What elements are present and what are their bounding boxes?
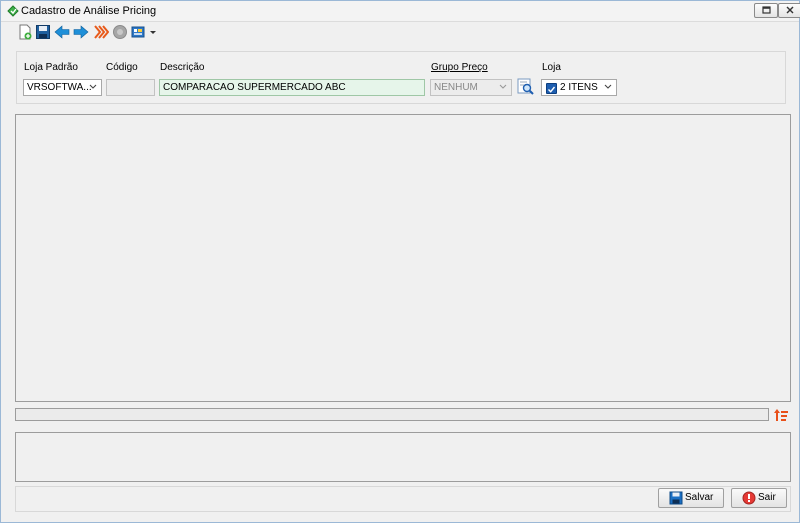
details-panel	[15, 432, 791, 482]
loja-padrao-select[interactable]: VRSOFTWA...	[23, 79, 102, 96]
sort-icon[interactable]	[773, 407, 789, 423]
app-logo-icon	[7, 5, 19, 17]
grupo-preco-value: NENHUM	[434, 82, 478, 93]
restore-icon	[762, 6, 771, 14]
descricao-value: COMPARACAO SUPERMERCADO ABC	[163, 82, 346, 93]
codigo-label: Código	[106, 62, 138, 73]
back-arrow-icon[interactable]	[54, 24, 70, 40]
grupo-preco-label[interactable]: Grupo Preço	[431, 62, 488, 73]
app-window: Cadastro de Análise Pricing Loja Padrão …	[0, 0, 800, 523]
exit-button[interactable]: Sair	[731, 488, 787, 508]
disabled-circle-icon	[113, 25, 127, 39]
codigo-field[interactable]	[106, 79, 155, 96]
exit-icon	[742, 491, 756, 505]
loja-padrao-label: Loja Padrão	[24, 62, 78, 73]
chevron-down-icon	[89, 84, 97, 89]
checkbox-checked-icon	[546, 83, 557, 94]
export-dropdown-icon[interactable]	[131, 24, 157, 40]
chevron-down-icon	[604, 84, 612, 89]
status-bar	[15, 408, 769, 421]
forward-arrow-icon[interactable]	[73, 24, 89, 40]
loja-label: Loja	[542, 62, 561, 73]
descricao-label: Descrição	[160, 62, 205, 73]
save-button[interactable]: Salvar	[658, 488, 724, 508]
loja-multiselect[interactable]: 2 ITENS	[541, 79, 617, 96]
fast-forward-icon[interactable]	[93, 24, 109, 40]
loja-padrao-value: VRSOFTWA...	[27, 82, 92, 93]
filter-panel	[16, 51, 786, 104]
loja-value: 2 ITENS	[560, 82, 598, 93]
restore-button[interactable]	[754, 3, 778, 18]
data-grid[interactable]	[15, 114, 791, 402]
title-bar: Cadastro de Análise Pricing	[1, 1, 800, 22]
save-disk-icon	[669, 491, 683, 505]
grupo-preco-select[interactable]: NENHUM	[430, 79, 512, 96]
save-disk-icon[interactable]	[35, 24, 51, 40]
exit-label: Sair	[758, 492, 776, 503]
chevron-down-icon	[499, 84, 507, 89]
save-label: Salvar	[685, 492, 714, 503]
descricao-field[interactable]: COMPARACAO SUPERMERCADO ABC	[159, 79, 425, 96]
window-title: Cadastro de Análise Pricing	[21, 5, 157, 17]
close-icon	[786, 6, 794, 14]
new-icon[interactable]	[17, 24, 33, 40]
search-icon[interactable]	[517, 78, 534, 95]
close-button[interactable]	[778, 3, 800, 18]
